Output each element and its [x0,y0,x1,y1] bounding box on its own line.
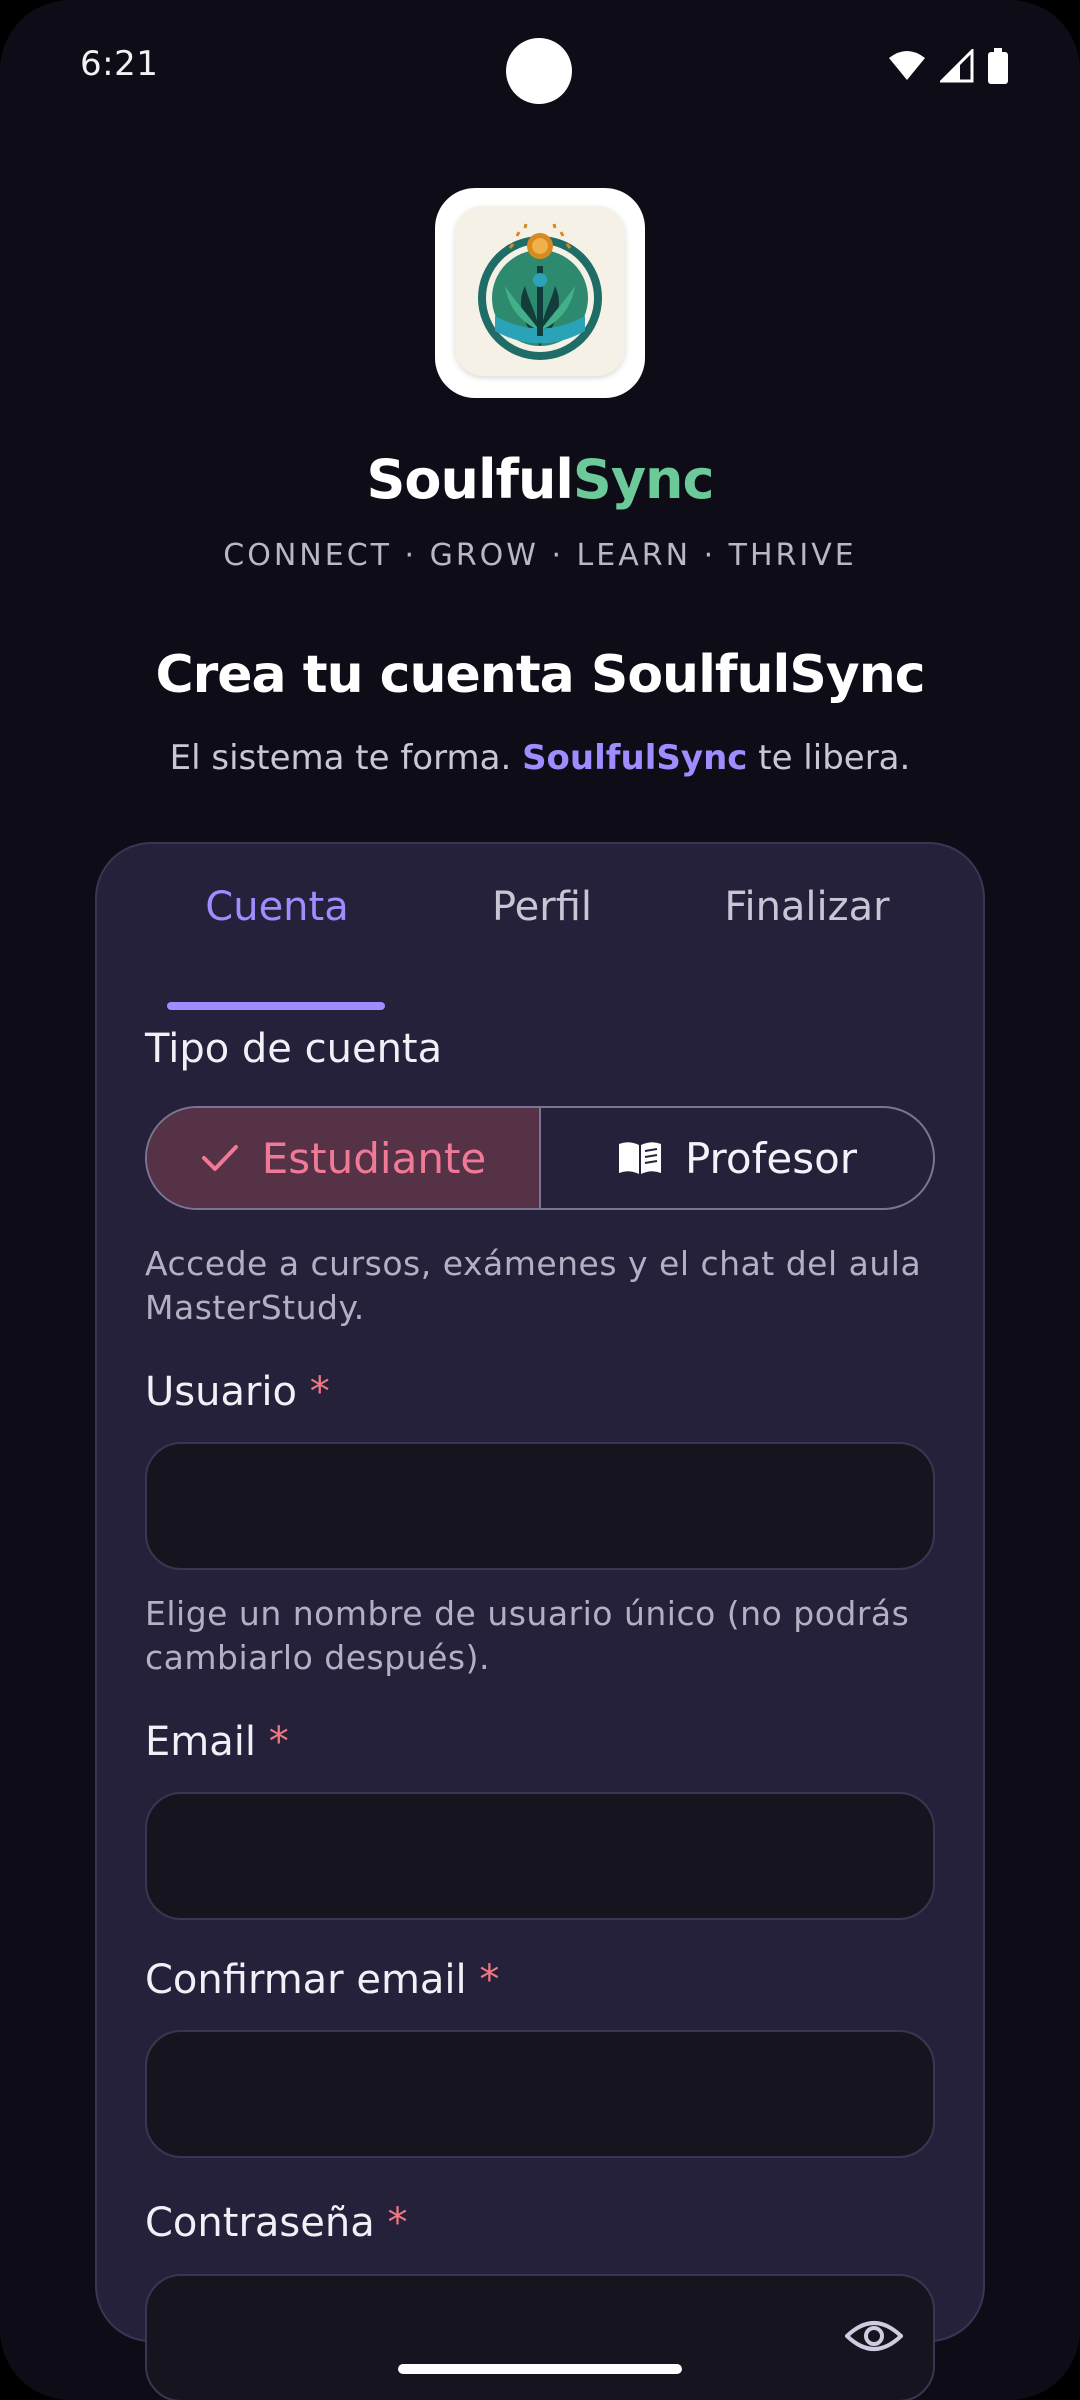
brand-name-part1: Soulful [366,448,574,511]
username-helper: Elige un nombre de usuario único (no pod… [145,1594,910,1677]
subtitle-highlight: SoulfulSync [522,738,748,778]
required-mark: * [479,1957,500,2003]
brand-name: SoulfulSync [0,448,1080,511]
confirm-email-label-text: Confirmar email [145,1957,467,2003]
logo-emblem-icon [455,206,625,376]
subtitle-suffix: te libera. [747,738,911,778]
tab-perfil[interactable]: Perfil [422,884,662,930]
required-mark: * [268,1719,289,1765]
page-title: Crea tu cuenta SoulfulSync [155,645,925,705]
book-icon [618,1142,661,1174]
account-type-label: Tipo de cuenta [145,1026,443,1072]
page-subtitle: El sistema te forma. SoulfulSync te libe… [0,738,1080,778]
username-label: Usuario * [145,1369,330,1415]
account-type-student-button[interactable]: Estudiante [147,1108,541,1208]
confirm-email-label: Confirmar email * [145,1957,499,2003]
status-time: 6:21 [80,44,159,84]
eye-icon[interactable] [845,2316,903,2356]
home-indicator[interactable] [398,2364,682,2374]
brand-tagline: CONNECT · GROW · LEARN · THRIVE [223,538,857,573]
step-tabs: Cuenta Perfil Finalizar [97,884,987,1010]
tab-finalizar[interactable]: Finalizar [687,884,927,930]
signal-icon [940,49,974,83]
username-label-text: Usuario [145,1369,298,1415]
email-input[interactable] [145,1792,935,1920]
screen: 6:21 SoulfulSync CONNECT · GROW · LEARN … [0,0,1080,2400]
username-input[interactable] [145,1442,935,1570]
tab-cuenta[interactable]: Cuenta [157,884,397,930]
account-type-student-label: Estudiante [261,1133,487,1183]
check-icon [201,1145,238,1171]
subtitle-prefix: El sistema te forma. [169,738,523,778]
wifi-icon [889,51,925,80]
signup-card: Cuenta Perfil Finalizar Tipo de cuenta E… [95,842,987,2400]
password-label: Contraseña * [145,2200,407,2246]
required-mark: * [387,2200,408,2246]
password-label-text: Contraseña [145,2200,375,2246]
status-icons [888,48,1008,84]
brand-name-part2: Sync [572,448,715,511]
account-type-teacher-label: Profesor [684,1133,858,1183]
email-label-text: Email [145,1719,256,1765]
account-type-teacher-button[interactable]: Profesor [541,1108,933,1208]
account-type-helper: Accede a cursos, exámenes y el chat del … [145,1244,922,1327]
camera-cutout [506,38,572,104]
email-label: Email * [145,1719,289,1765]
confirm-email-input[interactable] [145,2030,935,2158]
tab-indicator [167,1002,385,1010]
battery-icon [988,48,1008,84]
app-logo [435,188,645,398]
account-type-selector: Estudiante Profesor [145,1106,935,1210]
required-mark: * [309,1369,330,1415]
password-input[interactable] [145,2274,935,2400]
